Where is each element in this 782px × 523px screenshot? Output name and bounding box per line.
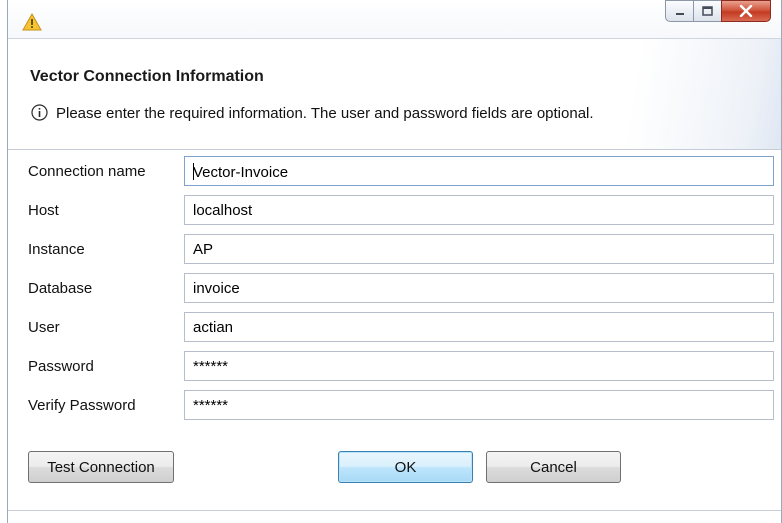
instance-label: Instance bbox=[28, 241, 85, 258]
database-input[interactable]: invoice bbox=[184, 273, 774, 303]
row-connection-name: Connection name Vector-Invoice bbox=[8, 156, 781, 188]
host-input[interactable]: localhost bbox=[184, 195, 774, 225]
user-label: User bbox=[28, 319, 60, 336]
password-label: Password bbox=[28, 358, 94, 375]
row-verify-password: Verify Password ****** bbox=[8, 390, 781, 422]
window-controls bbox=[665, 0, 771, 26]
row-host: Host localhost bbox=[8, 195, 781, 227]
close-icon bbox=[739, 5, 753, 17]
dialog-header: Vector Connection Information Please ent… bbox=[8, 38, 781, 150]
verify-password-input[interactable]: ****** bbox=[184, 390, 774, 420]
row-instance: Instance AP bbox=[8, 234, 781, 266]
title-bar[interactable] bbox=[8, 0, 781, 38]
verify-password-label: Verify Password bbox=[28, 397, 136, 414]
password-input[interactable]: ****** bbox=[184, 351, 774, 381]
database-label: Database bbox=[28, 280, 93, 297]
connection-name-input[interactable]: Vector-Invoice bbox=[184, 156, 774, 186]
dialog-title: Vector Connection Information bbox=[30, 68, 264, 85]
warning-triangle-icon bbox=[22, 13, 42, 31]
close-button[interactable] bbox=[721, 0, 771, 22]
user-input[interactable]: actian bbox=[184, 312, 774, 342]
maximize-button[interactable] bbox=[693, 0, 721, 22]
info-icon bbox=[31, 104, 48, 121]
info-message: Please enter the required information. T… bbox=[56, 105, 594, 122]
minimize-button[interactable] bbox=[665, 0, 693, 22]
dialog-bottom-edge bbox=[8, 510, 781, 511]
host-label: Host bbox=[28, 202, 59, 219]
connection-name-value: Vector-Invoice bbox=[193, 164, 289, 181]
connection-name-label: Connection name bbox=[28, 163, 146, 180]
cancel-button[interactable]: Cancel bbox=[486, 451, 621, 483]
row-database: Database invoice bbox=[8, 273, 781, 305]
test-connection-button[interactable]: Test Connection bbox=[28, 451, 174, 483]
instance-input[interactable]: AP bbox=[184, 234, 774, 264]
dialog-window: Vector Connection Information Please ent… bbox=[7, 0, 782, 523]
row-user: User actian bbox=[8, 312, 781, 344]
ok-button[interactable]: OK bbox=[338, 451, 473, 483]
minimize-icon bbox=[675, 13, 684, 15]
row-password: Password ****** bbox=[8, 351, 781, 383]
maximize-icon bbox=[702, 6, 713, 16]
